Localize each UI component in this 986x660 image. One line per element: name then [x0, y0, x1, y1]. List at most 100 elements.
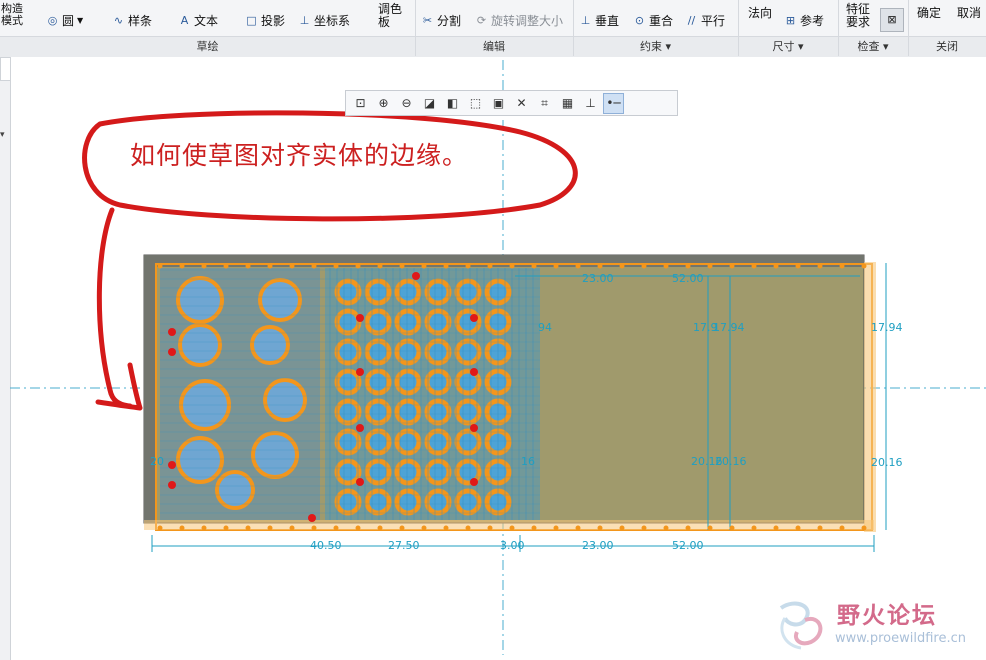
sketch-vertex: [685, 263, 691, 269]
display-style-icon[interactable]: ◧: [442, 93, 463, 114]
sketch-vertex: [839, 525, 845, 531]
dimension-top-right[interactable]: 52.00: [672, 272, 704, 285]
sketch-view-icon[interactable]: ⌗: [534, 93, 555, 114]
sketch-vertex: [575, 263, 581, 269]
dimension-left-upper[interactable]: 94: [538, 321, 552, 334]
dimension-left-lower[interactable]: 16: [521, 455, 535, 468]
zoom-out-icon[interactable]: ⊖: [396, 93, 417, 114]
sketch-hole: [424, 488, 452, 516]
sketch-vertex: [157, 525, 163, 531]
sketch-vertex: [168, 461, 176, 469]
watermark-name: 野火论坛: [837, 603, 937, 629]
sketch-hole: [424, 308, 452, 336]
sketch-vertex: [223, 263, 229, 269]
sketch-vertex: [377, 525, 383, 531]
sketch-vertex: [861, 263, 867, 269]
sketch-hole: [251, 431, 299, 479]
sketch-vertex: [509, 263, 515, 269]
sketch-hole: [334, 458, 362, 486]
sketch-vertex: [168, 481, 176, 489]
dimension-mid-upper-2[interactable]: 17.94: [713, 321, 745, 334]
sketch-vertex: [707, 263, 713, 269]
sketch-hole: [454, 428, 482, 456]
sketch-hole: [454, 488, 482, 516]
dimension-right-lower[interactable]: 20.16: [871, 456, 903, 469]
sketch-vertex: [707, 525, 713, 531]
solid-part-left-edge: [144, 255, 156, 523]
sketch-vertex: [597, 525, 603, 531]
sketch-vertex: [168, 348, 176, 356]
sketch-right-band: [864, 262, 876, 532]
sketch-vertex: [421, 263, 427, 269]
sketch-vertex: [355, 263, 361, 269]
sketch-vertex: [201, 525, 207, 531]
sketch-hole: [424, 338, 452, 366]
sketch-bottom-band: [144, 520, 874, 530]
dimension-mid-lower-2[interactable]: 20.16: [715, 455, 747, 468]
sketch-hole: [334, 368, 362, 396]
dimension-bottom-a[interactable]: 40.50: [310, 539, 342, 552]
sketch-vertex: [597, 263, 603, 269]
datum-display-icon[interactable]: ✕: [511, 93, 532, 114]
sketch-vertex: [531, 525, 537, 531]
dimension-bottom-c[interactable]: 3.00: [500, 539, 525, 552]
forum-logo-icon: [779, 601, 823, 650]
dimension-bottom-b[interactable]: 27.50: [388, 539, 420, 552]
sketch-vertex: [245, 525, 251, 531]
sketch-vertex: [157, 263, 163, 269]
sketch-vertex: [470, 314, 478, 322]
sketch-vertex: [168, 328, 176, 336]
annotation-arrow: [95, 207, 143, 411]
dimension-bottom-e[interactable]: 52.00: [672, 539, 704, 552]
sketch-hole: [454, 278, 482, 306]
sketch-hole: [454, 338, 482, 366]
sketch-hole: [178, 323, 222, 367]
dimension-far-left[interactable]: 20: [150, 455, 164, 468]
sketch-hole: [215, 470, 255, 510]
refit-icon[interactable]: ⊡: [350, 93, 371, 114]
sketch-vertex: [308, 514, 316, 522]
sketch-hole: [334, 278, 362, 306]
dimension-bottom-d[interactable]: 23.00: [582, 539, 614, 552]
sketcher-display-icon[interactable]: ▦: [557, 93, 578, 114]
sketch-vertex: [356, 368, 364, 376]
sketch-hole: [334, 338, 362, 366]
dimension-top-left[interactable]: 23.00: [582, 272, 614, 285]
repaint-icon[interactable]: ◪: [419, 93, 440, 114]
saved-orientations-icon[interactable]: ⬚: [465, 93, 486, 114]
sketch-vertex: [685, 525, 691, 531]
sketch-vertex: [641, 525, 647, 531]
zoom-in-icon[interactable]: ⊕: [373, 93, 394, 114]
sketch-vertex: [575, 525, 581, 531]
sketch-vertex: [487, 525, 493, 531]
sketch-hole: [424, 398, 452, 426]
disp-constraints-icon[interactable]: ⊥: [580, 93, 601, 114]
sketch-hole: [176, 276, 224, 324]
sketch-vertex: [729, 263, 735, 269]
sketch-vertex: [465, 263, 471, 269]
sketch-vertex: [421, 525, 427, 531]
sketch-vertex: [795, 263, 801, 269]
disp-vertices-icon[interactable]: •─: [603, 92, 624, 114]
sketch-vertex: [773, 525, 779, 531]
sketch-vertex: [487, 263, 493, 269]
dimension-right-upper[interactable]: 17.94: [871, 321, 903, 334]
sketch-vertex: [356, 478, 364, 486]
sketch-vertex: [773, 263, 779, 269]
sketch-vertex: [663, 525, 669, 531]
sketch-vertex: [470, 424, 478, 432]
sketch-vertex: [531, 263, 537, 269]
sketch-vertex: [619, 263, 625, 269]
sketch-hole: [258, 278, 302, 322]
sketch-vertex: [861, 525, 867, 531]
view-manager-icon[interactable]: ▣: [488, 93, 509, 114]
sketch-vertex: [355, 525, 361, 531]
sketch-vertex: [289, 263, 295, 269]
sketch-vertex: [553, 525, 559, 531]
sketch-vertex: [333, 525, 339, 531]
sketch-vertex: [509, 525, 515, 531]
sketch-vertex: [817, 525, 823, 531]
sketch-vertex: [311, 525, 317, 531]
watermark: 野火论坛 www.proewildfire.cn: [775, 596, 985, 656]
sketch-vertex: [399, 525, 405, 531]
